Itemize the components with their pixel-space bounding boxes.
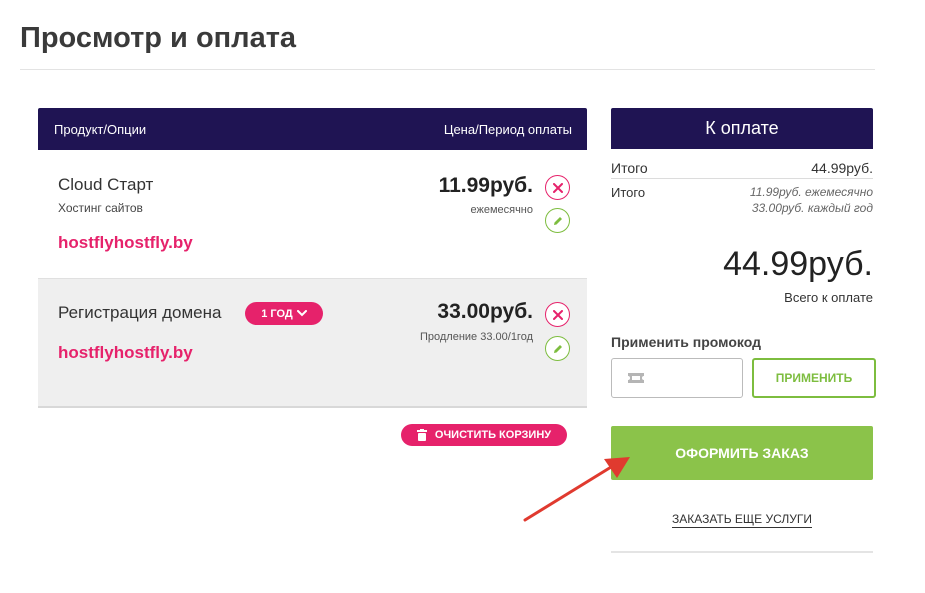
total-amount: 44.99руб. xyxy=(723,245,873,283)
close-icon xyxy=(552,309,563,320)
clear-cart-label: ОЧИСТИТЬ КОРЗИНУ xyxy=(434,429,552,441)
item-price: 33.00руб. xyxy=(437,300,533,323)
clear-cart-button[interactable]: ОЧИСТИТЬ КОРЗИНУ xyxy=(401,424,567,446)
recurring-yearly: 33.00руб. каждый год xyxy=(751,201,873,215)
product-name: Cloud Старт xyxy=(58,175,154,194)
trash-icon xyxy=(416,429,427,441)
order-more-label: ЗАКАЗАТЬ ЕЩЕ УСЛУГИ xyxy=(671,512,813,528)
order-more-link[interactable]: ЗАКАЗАТЬ ЕЩЕ УСЛУГИ xyxy=(611,512,873,528)
product-domain: hostflyhostfly.by xyxy=(58,233,193,252)
edit-item-button[interactable] xyxy=(545,336,570,361)
pencil-icon xyxy=(553,216,562,225)
item-renewal-note: Продление 33.00/1год xyxy=(419,331,533,343)
page-title: Просмотр и оплата xyxy=(20,22,297,54)
cart-item-hosting: Cloud Старт Хостинг сайтов hostflyhostfl… xyxy=(38,150,587,279)
product-name: Регистрация домена xyxy=(58,303,222,322)
item-billing-period: ежемесячно xyxy=(470,204,533,216)
title-divider xyxy=(20,69,875,70)
arrow-annotation xyxy=(523,457,630,522)
order-summary: К оплате Итого 44.99руб. Итого 11.99руб.… xyxy=(611,108,876,553)
ticket-icon xyxy=(628,373,644,383)
total-label: Всего к оплате xyxy=(784,290,873,305)
summary-header: К оплате xyxy=(611,108,873,149)
promo-code-input[interactable] xyxy=(611,358,743,398)
edit-item-button[interactable] xyxy=(545,208,570,233)
price-column-header: Цена/Период оплаты xyxy=(443,121,572,137)
cart-table: Продукт/Опции Цена/Период оплаты Cloud С… xyxy=(38,108,587,408)
period-dropdown[interactable]: 1 ГОД xyxy=(245,302,323,325)
subtotal-label: Итого xyxy=(611,160,648,176)
product-subtitle: Хостинг сайтов xyxy=(58,201,143,215)
promo-label: Применить промокод xyxy=(611,334,761,350)
item-price: 11.99руб. xyxy=(438,174,533,197)
product-domain: hostflyhostfly.by xyxy=(58,343,193,362)
product-column-header: Продукт/Опции xyxy=(54,121,147,137)
remove-item-button[interactable] xyxy=(545,175,570,200)
cart-item-domain: Регистрация домена 1 ГОД hostflyhostfly.… xyxy=(38,279,587,408)
chevron-down-icon xyxy=(296,310,307,317)
cart-header: Продукт/Опции Цена/Период оплаты xyxy=(38,108,587,150)
pencil-icon xyxy=(553,344,562,353)
recurring-breakdown: 11.99руб. ежемесячно 33.00руб. каждый го… xyxy=(750,184,873,216)
recurring-monthly: 11.99руб. ежемесячно xyxy=(749,185,873,199)
close-icon xyxy=(552,182,563,193)
summary-divider xyxy=(611,551,873,553)
recurring-row: Итого 11.99руб. ежемесячно 33.00руб. каж… xyxy=(611,179,873,227)
recurring-label: Итого xyxy=(611,185,646,200)
checkout-button[interactable]: ОФОРМИТЬ ЗАКАЗ xyxy=(611,426,873,480)
remove-item-button[interactable] xyxy=(545,302,570,327)
apply-promo-button[interactable]: ПРИМЕНИТЬ xyxy=(752,358,876,398)
period-value: 1 ГОД xyxy=(261,307,293,320)
subtotal-row: Итого 44.99руб. xyxy=(611,149,873,179)
subtotal-value: 44.99руб. xyxy=(811,160,873,176)
